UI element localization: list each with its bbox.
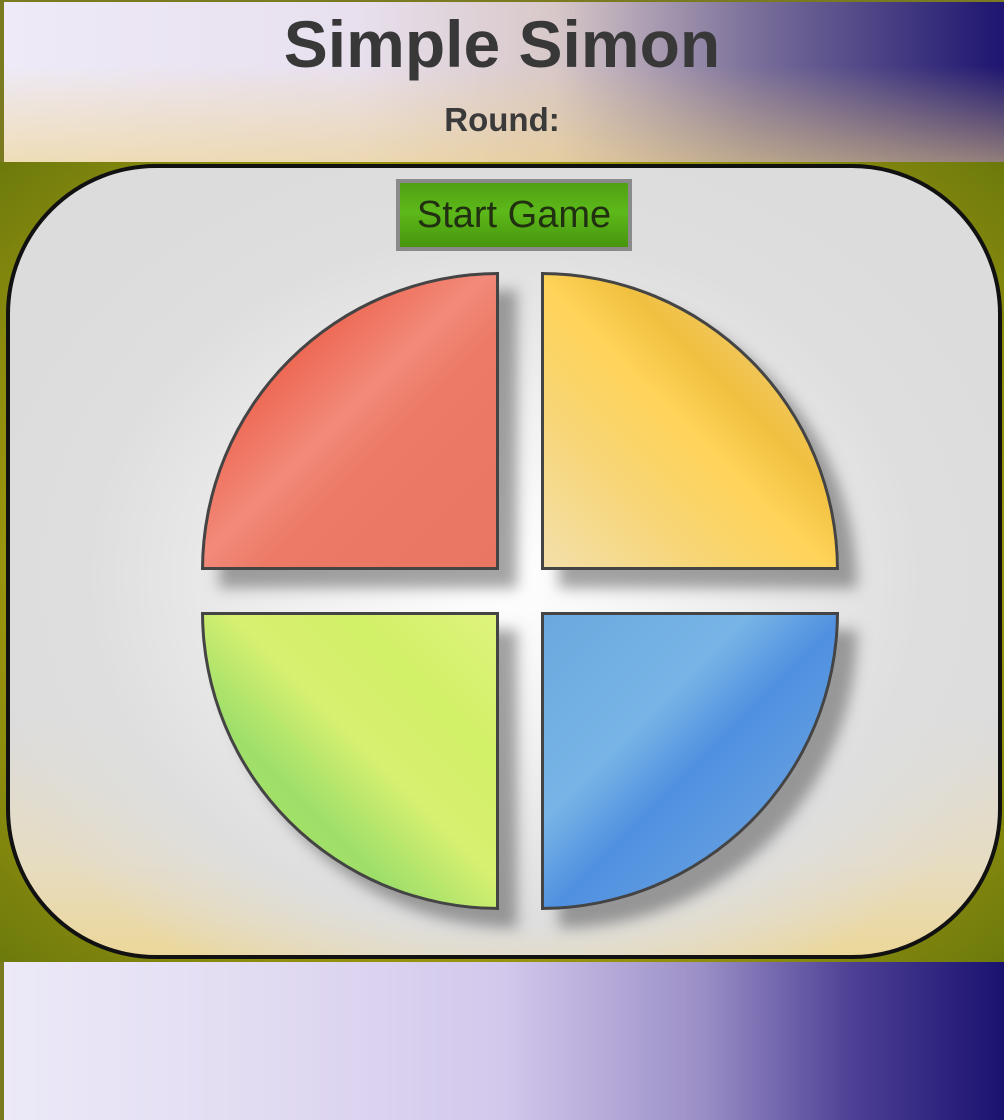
footer-background — [0, 962, 1004, 1120]
page-title: Simple Simon — [283, 7, 721, 81]
game-board — [6, 164, 1002, 959]
start-game-button[interactable]: Start Game — [396, 179, 632, 251]
round-label: Round: — [444, 101, 560, 138]
